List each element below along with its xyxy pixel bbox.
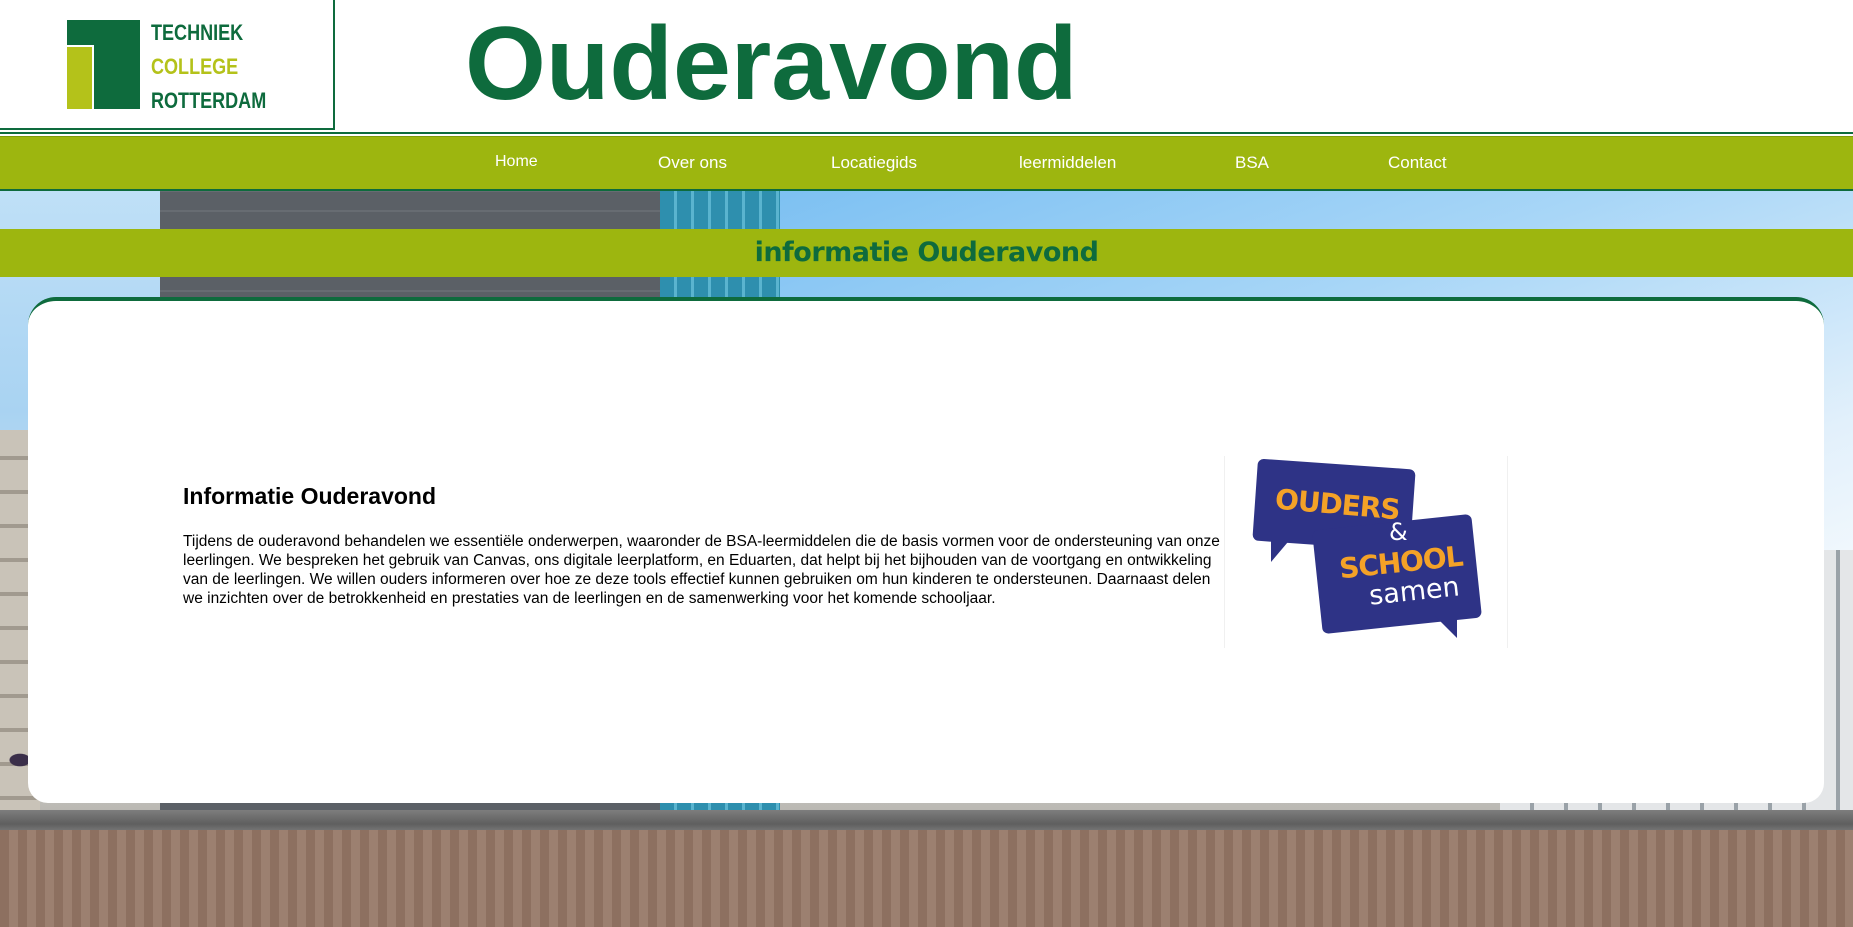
logo-line-2: COLLEGE [151, 54, 239, 79]
background-pavement [0, 830, 1853, 927]
logo-line-1: TECHNIEK [151, 20, 244, 45]
nav-item-leermiddelen[interactable]: leermiddelen [1019, 153, 1116, 173]
nav-item-locatiegids[interactable]: Locatiegids [831, 153, 917, 173]
image-word-ampersand: & [1389, 518, 1408, 546]
speech-bubble-top-tail [1271, 536, 1293, 562]
page: TECHNIEK COLLEGE ROTTERDAM Ouderavond Ho… [0, 0, 1853, 927]
ouders-school-samen-image: OUDERS & SCHOOL samen [1224, 456, 1508, 648]
speech-bubble-bottom-tail [1435, 616, 1457, 638]
content-card: Informatie Ouderavond Tijdens de ouderav… [28, 297, 1824, 803]
nav-item-home[interactable]: Home [495, 153, 538, 171]
header-divider [0, 132, 1853, 134]
logo-line-3: ROTTERDAM [151, 88, 267, 113]
site-header: TECHNIEK COLLEGE ROTTERDAM Ouderavond [0, 0, 1853, 134]
logo-t-icon [67, 20, 140, 109]
logo-link[interactable]: TECHNIEK COLLEGE ROTTERDAM [0, 0, 335, 130]
page-title: Ouderavond [465, 6, 1078, 122]
logo-text: TECHNIEK COLLEGE ROTTERDAM [151, 16, 266, 118]
nav-item-bsa[interactable]: BSA [1235, 153, 1269, 173]
nav-item-contact[interactable]: Contact [1388, 153, 1447, 173]
section-banner-title: informatie Ouderavond [754, 237, 1099, 268]
content-paragraph: Tijdens de ouderavond behandelen we esse… [183, 533, 1220, 607]
nav-item-over-ons[interactable]: Over ons [658, 153, 727, 173]
main-nav: Home Over ons Locatiegids leermiddelen B… [0, 136, 1853, 191]
section-banner: informatie Ouderavond [0, 229, 1853, 277]
content-heading: Informatie Ouderavond [183, 483, 437, 509]
